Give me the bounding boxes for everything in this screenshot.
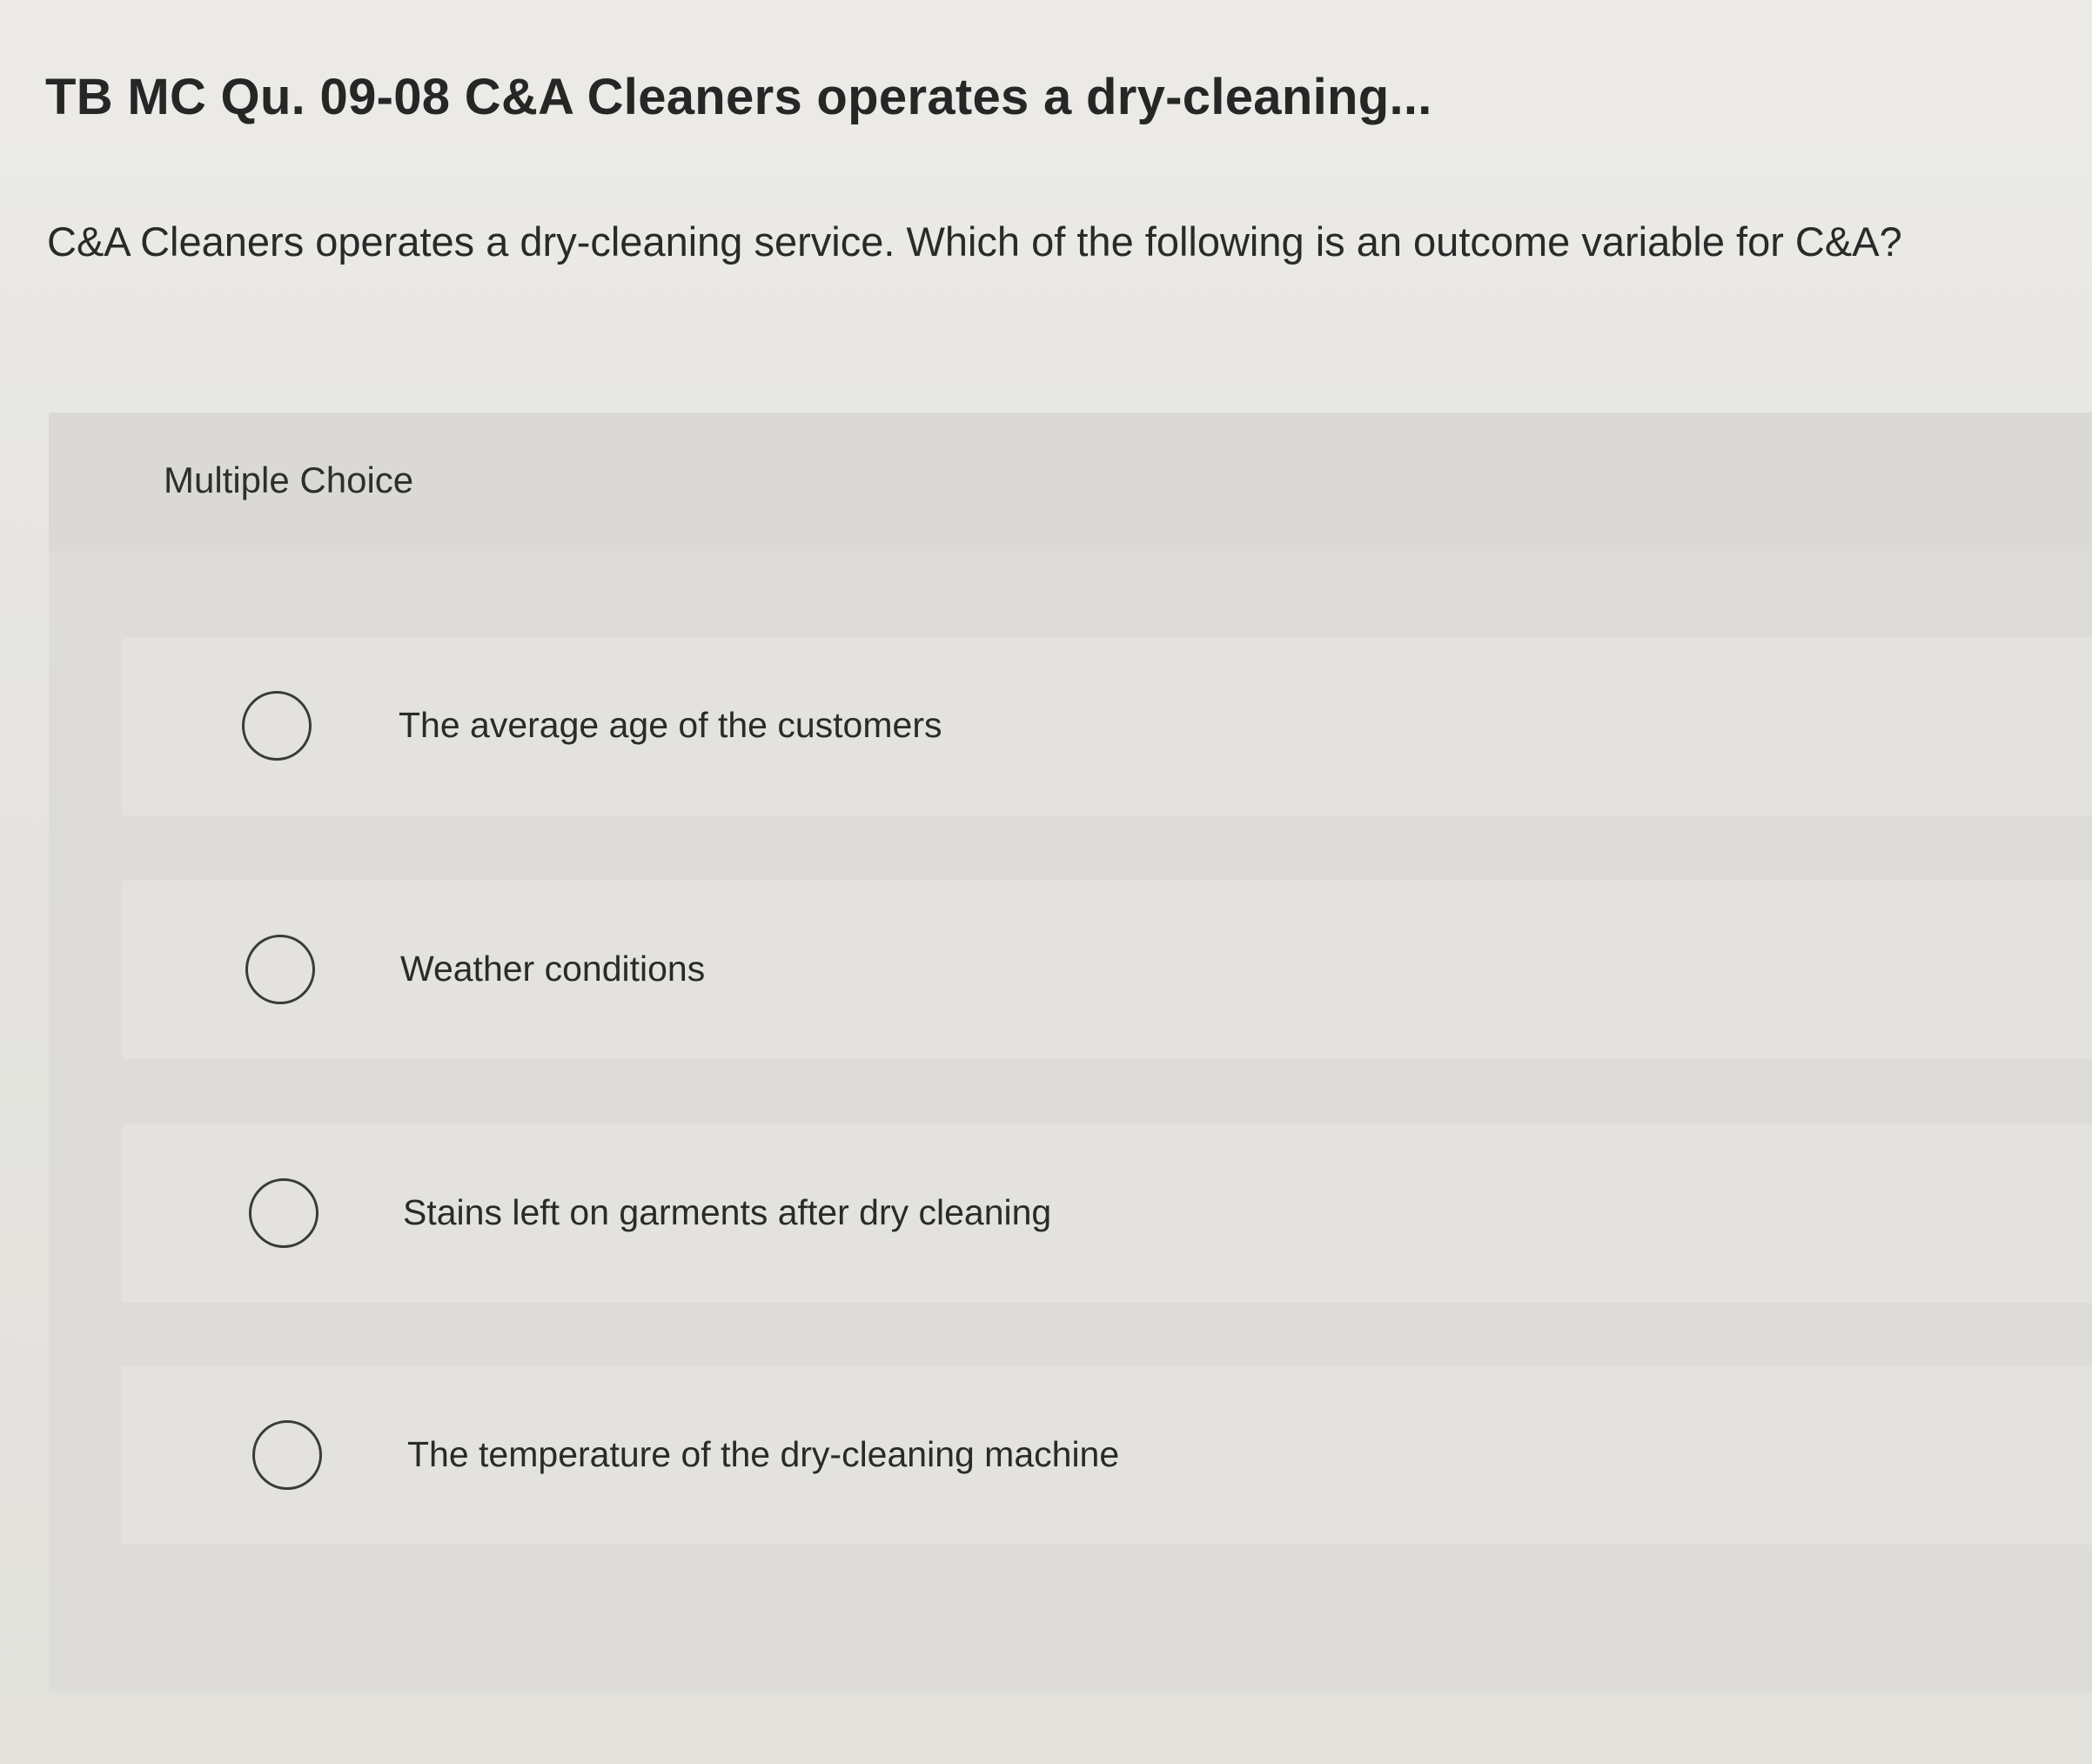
question-title: TB MC Qu. 09-08 C&A Cleaners operates a …: [45, 69, 1432, 125]
answer-option-label: The temperature of the dry-cleaning mach…: [407, 1434, 1120, 1474]
multiple-choice-panel: Multiple Choice The average age of the c…: [49, 412, 2092, 1692]
page: TB MC Qu. 09-08 C&A Cleaners operates a …: [0, 0, 2092, 1764]
question-text: C&A Cleaners operates a dry-cleaning ser…: [47, 218, 1902, 265]
multiple-choice-header: Multiple Choice: [49, 412, 2092, 552]
answer-option-label: The average age of the customers: [399, 705, 942, 745]
answer-option-label: Stains left on garments after dry cleani…: [403, 1192, 1052, 1232]
radio-button-icon[interactable]: [242, 691, 312, 761]
radio-button-icon[interactable]: [245, 935, 315, 1004]
answer-option-3[interactable]: Stains left on garments after dry cleani…: [122, 1124, 2092, 1303]
radio-button-icon[interactable]: [249, 1178, 318, 1248]
answer-option-1[interactable]: The average age of the customers: [122, 637, 2092, 815]
radio-button-icon[interactable]: [252, 1420, 322, 1490]
multiple-choice-label: Multiple Choice: [164, 459, 414, 500]
answer-option-4[interactable]: The temperature of the dry-cleaning mach…: [122, 1366, 2092, 1545]
answer-option-label: Weather conditions: [400, 949, 706, 989]
answer-option-2[interactable]: Weather conditions: [122, 881, 2092, 1059]
